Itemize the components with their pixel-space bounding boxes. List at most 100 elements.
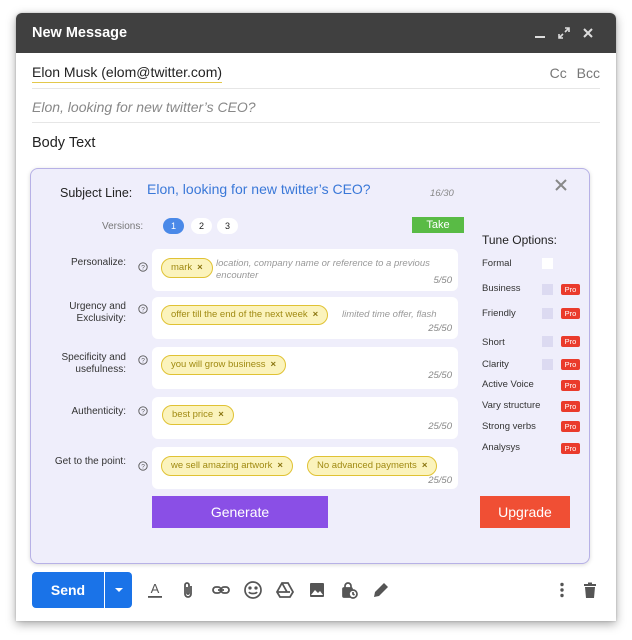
take-button[interactable]: Take <box>412 217 464 233</box>
send-options-dropdown[interactable] <box>105 572 132 608</box>
compose-window: New Message Elon Musk (elom@twitter.com)… <box>16 13 616 621</box>
tune-option-friendly: Friendly <box>482 308 516 319</box>
pro-badge: Pro <box>561 284 580 295</box>
window-title: New Message <box>32 25 128 41</box>
formal-checkbox[interactable] <box>542 258 553 269</box>
close-icon[interactable] <box>553 177 569 193</box>
svg-text:?: ? <box>141 463 145 470</box>
subject-placeholder: Elon, looking for new twitter’s CEO? <box>32 99 256 115</box>
chip-label: best price <box>172 409 214 420</box>
personalize-label: Personalize: <box>70 257 126 268</box>
tune-option-analysys: Analysys <box>482 442 521 453</box>
tune-option-short: Short <box>482 337 505 348</box>
subject-line-label: Subject Line: <box>60 186 133 200</box>
keyword-chip[interactable]: we sell amazing artwork × <box>161 456 293 476</box>
keyword-chip[interactable]: you will grow business × <box>161 355 287 375</box>
confidential-icon[interactable] <box>337 578 361 602</box>
pro-badge[interactable]: Pro <box>561 401 580 412</box>
pro-badge: Pro <box>561 336 580 347</box>
chip-remove-icon[interactable]: × <box>218 409 224 420</box>
get-to-point-label: Get to the point: <box>54 456 126 467</box>
version-1-button[interactable]: 1 <box>163 218 184 234</box>
pro-badge[interactable]: Pro <box>561 380 580 391</box>
title-bar: New Message <box>16 13 616 53</box>
short-checkbox[interactable] <box>542 336 553 347</box>
emoji-icon[interactable] <box>241 578 265 602</box>
keyword-chip[interactable]: offer till the end of the next week × <box>161 305 329 325</box>
chip-remove-icon[interactable]: × <box>422 460 428 471</box>
svg-text:?: ? <box>141 306 145 313</box>
chip-label: offer till the end of the next week <box>171 309 308 320</box>
svg-text:?: ? <box>141 264 145 271</box>
generate-button[interactable]: Generate <box>152 496 328 528</box>
assistant-panel: Subject Line: Elon, looking for new twit… <box>30 168 590 564</box>
chip-remove-icon[interactable]: × <box>277 460 283 471</box>
subject-line-count: 16/30 <box>430 188 454 199</box>
keyword-chip[interactable]: mark × <box>161 258 213 278</box>
recipients-row[interactable]: Elon Musk (elom@twitter.com) Cc Bcc <box>32 59 600 89</box>
delete-icon[interactable] <box>578 578 602 602</box>
upgrade-button[interactable]: Upgrade <box>480 496 570 528</box>
tune-option-business: Business <box>482 283 521 294</box>
pro-badge: Pro <box>561 308 580 319</box>
chevron-down-icon <box>114 588 123 592</box>
subject-line-value[interactable]: Elon, looking for new twitter’s CEO? <box>147 181 371 197</box>
close-icon[interactable] <box>576 23 600 43</box>
cc-link[interactable]: Cc <box>550 65 567 81</box>
urgency-field[interactable]: offer till the end of the next week × lim… <box>152 297 458 339</box>
help-icon[interactable]: ? <box>138 352 148 365</box>
tune-option-active-voice: Active Voice <box>482 379 534 390</box>
pro-badge[interactable]: Pro <box>561 421 580 432</box>
format-text-icon[interactable]: A <box>143 578 167 602</box>
image-icon[interactable] <box>305 578 329 602</box>
specificity-count: 25/50 <box>428 370 452 381</box>
urgency-label: Urgency and Exclusivity: <box>69 301 126 324</box>
pro-badge[interactable]: Pro <box>561 443 580 454</box>
personalize-placeholder: location, company name or reference to a… <box>216 258 430 281</box>
tune-option-formal: Formal <box>482 258 512 269</box>
body-text[interactable]: Body Text <box>32 135 95 151</box>
svg-text:A: A <box>151 581 160 596</box>
help-icon[interactable]: ? <box>138 301 148 314</box>
authenticity-count: 25/50 <box>428 421 452 432</box>
attach-icon[interactable] <box>176 578 200 602</box>
tune-option-strong-verbs: Strong verbs <box>482 421 536 432</box>
svg-text:?: ? <box>141 408 145 415</box>
specificity-label: Specificity and usefulness: <box>61 352 126 375</box>
personalize-field[interactable]: mark × location, company name or referenc… <box>152 249 458 291</box>
chip-label: mark <box>171 262 193 273</box>
keyword-chip[interactable]: best price × <box>162 405 234 425</box>
business-checkbox[interactable] <box>542 284 553 295</box>
version-3-button[interactable]: 3 <box>217 218 238 234</box>
keyword-chip[interactable]: No advanced payments × <box>307 456 438 476</box>
chip-remove-icon[interactable]: × <box>197 262 203 273</box>
version-2-button[interactable]: 2 <box>191 218 212 234</box>
signature-icon[interactable] <box>369 578 393 602</box>
clarity-checkbox[interactable] <box>542 359 553 370</box>
pro-badge: Pro <box>561 359 580 370</box>
authenticity-field[interactable]: best price × 25/50 <box>152 397 458 439</box>
urgency-placeholder: limited time offer, flash <box>342 309 437 320</box>
more-options-icon[interactable] <box>550 578 574 602</box>
tune-option-clarity: Clarity <box>482 359 509 370</box>
chip-label: we sell amazing artwork <box>171 460 273 471</box>
friendly-checkbox[interactable] <box>542 308 553 319</box>
link-icon[interactable] <box>209 578 233 602</box>
cc-bcc: Cc Bcc <box>544 65 600 81</box>
expand-icon[interactable] <box>552 23 576 43</box>
help-icon[interactable]: ? <box>138 403 148 416</box>
chip-remove-icon[interactable]: × <box>313 309 319 320</box>
subject-field[interactable]: Elon, looking for new twitter’s CEO? <box>32 91 600 123</box>
specificity-field[interactable]: you will grow business × 25/50 <box>152 347 458 389</box>
help-icon[interactable]: ? <box>138 259 148 272</box>
send-button[interactable]: Send <box>32 572 104 608</box>
recipient-chip[interactable]: Elon Musk (elom@twitter.com) <box>32 64 223 83</box>
minimize-icon[interactable] <box>528 23 552 43</box>
get-to-point-field[interactable]: we sell amazing artwork × No advanced pay… <box>152 447 458 489</box>
chip-label: you will grow business <box>171 359 266 370</box>
bcc-link[interactable]: Bcc <box>577 65 600 81</box>
help-icon[interactable]: ? <box>138 458 148 471</box>
chip-remove-icon[interactable]: × <box>271 359 277 370</box>
drive-icon[interactable] <box>273 578 297 602</box>
svg-text:?: ? <box>141 357 145 364</box>
